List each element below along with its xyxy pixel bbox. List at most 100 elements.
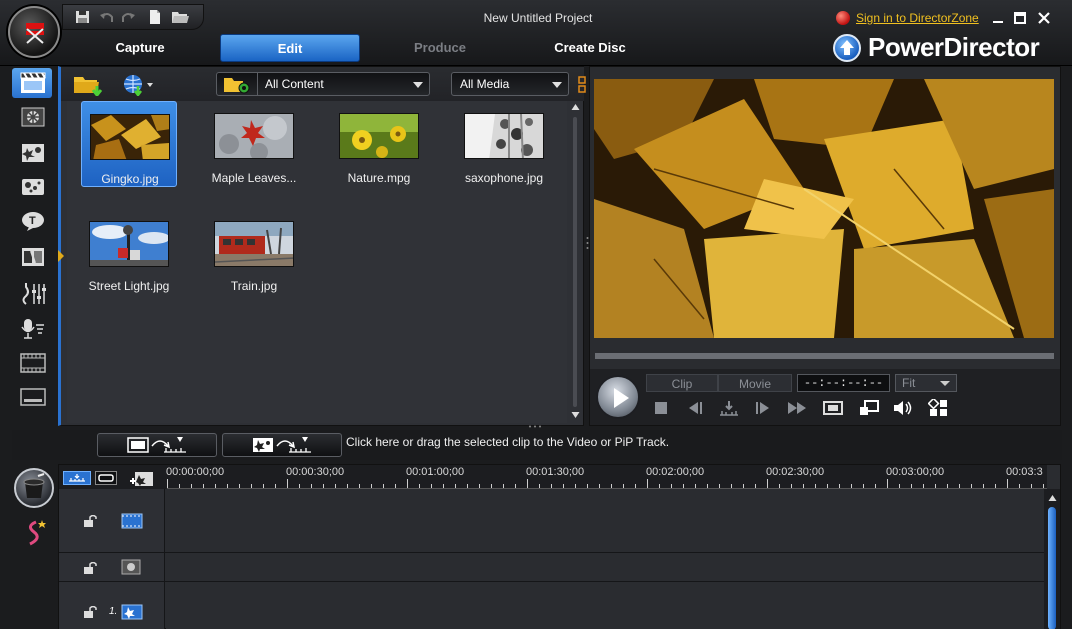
external-display-icon[interactable] xyxy=(858,399,880,417)
ruler-ticks xyxy=(167,479,1044,488)
tab-capture[interactable]: Capture xyxy=(80,34,200,62)
view-toggle-icon[interactable] xyxy=(578,76,586,94)
chevron-down-icon xyxy=(552,82,562,88)
subtitle-room-tab[interactable] xyxy=(12,382,52,412)
media-item-gingko[interactable]: Gingko.jpg xyxy=(81,101,177,187)
timeline-scrollbar[interactable] xyxy=(1044,489,1060,629)
zoom-value: Fit xyxy=(902,376,916,390)
directorzone-status-icon xyxy=(836,11,850,25)
magic-style-icon[interactable] xyxy=(22,518,48,548)
save-icon[interactable] xyxy=(75,10,90,24)
track-row-video xyxy=(59,489,1044,553)
scroll-up-icon[interactable] xyxy=(1048,494,1057,502)
open-project-icon[interactable] xyxy=(171,10,189,24)
redo-icon[interactable] xyxy=(121,10,136,24)
particle-room-icon xyxy=(22,179,44,195)
unlock-icon[interactable] xyxy=(83,515,97,527)
close-icon xyxy=(1038,12,1050,24)
media-item-label: saxophone.jpg xyxy=(464,171,544,185)
fast-forward-icon[interactable] xyxy=(786,399,808,417)
add-track-icon[interactable] xyxy=(129,471,155,489)
splitter-grip-icon[interactable] xyxy=(586,236,589,250)
scroll-up-icon[interactable] xyxy=(571,103,580,111)
cyberlink-update-icon[interactable] xyxy=(833,34,861,62)
splitter-grip-icon[interactable] xyxy=(528,425,542,428)
media-room-tab[interactable] xyxy=(12,68,52,98)
scroll-thumb[interactable] xyxy=(1048,507,1056,629)
preview-progress-bar[interactable] xyxy=(595,353,1054,359)
pip-track-body[interactable] xyxy=(166,582,1044,629)
minimize-icon xyxy=(993,21,1003,23)
voice-over-room-tab[interactable] xyxy=(12,314,52,344)
volume-icon[interactable] xyxy=(892,399,914,417)
insert-to-video-track-button[interactable] xyxy=(97,433,217,457)
tab-create-disc[interactable]: Create Disc xyxy=(530,34,650,62)
play-button[interactable] xyxy=(596,375,640,419)
effect-room-tab[interactable] xyxy=(12,102,52,132)
pip-objects-room-tab[interactable] xyxy=(12,138,52,168)
app-logo-icon[interactable] xyxy=(8,6,60,58)
scroll-down-icon[interactable] xyxy=(571,411,580,419)
particle-room-tab[interactable] xyxy=(12,172,52,202)
new-project-icon[interactable] xyxy=(147,10,162,24)
minimize-button[interactable] xyxy=(990,10,1006,26)
thumbnail xyxy=(90,114,170,160)
movie-mode-button[interactable]: Movie xyxy=(718,374,792,392)
media-item-street-light[interactable]: Street Light.jpg xyxy=(81,209,177,295)
download-media-icon[interactable] xyxy=(123,74,155,96)
media-type-dropdown[interactable]: All Media xyxy=(451,72,569,96)
media-item-nature[interactable]: Nature.mpg xyxy=(331,101,427,187)
media-item-maple[interactable]: Maple Leaves... xyxy=(206,101,302,187)
track-header xyxy=(59,553,165,581)
media-item-label: Nature.mpg xyxy=(347,171,411,185)
brand-logo: PowerDirector xyxy=(868,32,1040,62)
content-filter-dropdown[interactable]: All Content xyxy=(216,72,430,96)
play-icon xyxy=(614,388,629,408)
close-button[interactable] xyxy=(1036,10,1052,26)
media-room-icon xyxy=(20,72,46,93)
previous-frame-icon[interactable] xyxy=(684,399,706,417)
import-media-icon[interactable] xyxy=(73,74,105,96)
panel-collapse-icon[interactable] xyxy=(58,250,64,262)
magic-hat-icon xyxy=(23,473,45,498)
playback-controls: Clip Movie --:--:--:-- Fit xyxy=(590,369,1060,425)
scroll-track[interactable] xyxy=(573,117,577,407)
next-frame-icon[interactable] xyxy=(752,399,774,417)
media-item-saxophone[interactable]: saxophone.jpg xyxy=(456,101,552,187)
insert-pip-track-icon xyxy=(253,437,311,453)
magic-movie-button[interactable] xyxy=(14,468,54,508)
undo-icon[interactable] xyxy=(99,10,114,24)
timeline-view-icon[interactable] xyxy=(63,471,91,485)
tab-produce[interactable]: Produce xyxy=(380,34,500,62)
timecode-display[interactable]: --:--:--:-- xyxy=(797,374,890,392)
storyboard-view-icon[interactable] xyxy=(95,471,117,485)
chevron-down-icon xyxy=(940,381,950,386)
unlock-icon[interactable] xyxy=(83,562,97,574)
insert-to-pip-track-button[interactable] xyxy=(222,433,342,457)
effect-track-body[interactable] xyxy=(166,553,1044,581)
video-track-icon xyxy=(121,513,143,529)
library-scrollbar[interactable] xyxy=(568,101,582,423)
transition-room-icon xyxy=(22,248,44,266)
sign-in-link[interactable]: Sign in to DirectorZone xyxy=(856,11,979,25)
director-chair-icon xyxy=(26,23,44,44)
unlock-icon[interactable] xyxy=(83,606,97,618)
stop-icon[interactable] xyxy=(650,399,672,417)
split-icon[interactable] xyxy=(718,399,740,417)
chapter-room-tab[interactable] xyxy=(12,348,52,378)
chapter-room-icon xyxy=(20,353,46,373)
media-item-label: Maple Leaves... xyxy=(211,171,297,185)
video-track-body[interactable] xyxy=(166,489,1044,552)
tick-label: 00:03:00;00 xyxy=(886,466,945,478)
zoom-dropdown[interactable]: Fit xyxy=(895,374,957,392)
title-room-icon: T xyxy=(22,212,44,231)
snapshot-icon[interactable] xyxy=(822,399,844,417)
preview-quality-icon[interactable] xyxy=(928,399,950,417)
media-item-train[interactable]: Train.jpg xyxy=(206,209,302,295)
transition-room-tab[interactable] xyxy=(12,242,52,272)
maximize-button[interactable] xyxy=(1012,10,1028,26)
clip-mode-button[interactable]: Clip xyxy=(646,374,718,392)
audio-mixing-room-tab[interactable] xyxy=(12,278,52,308)
tab-edit[interactable]: Edit xyxy=(220,34,360,62)
title-room-tab[interactable]: T xyxy=(12,206,52,236)
